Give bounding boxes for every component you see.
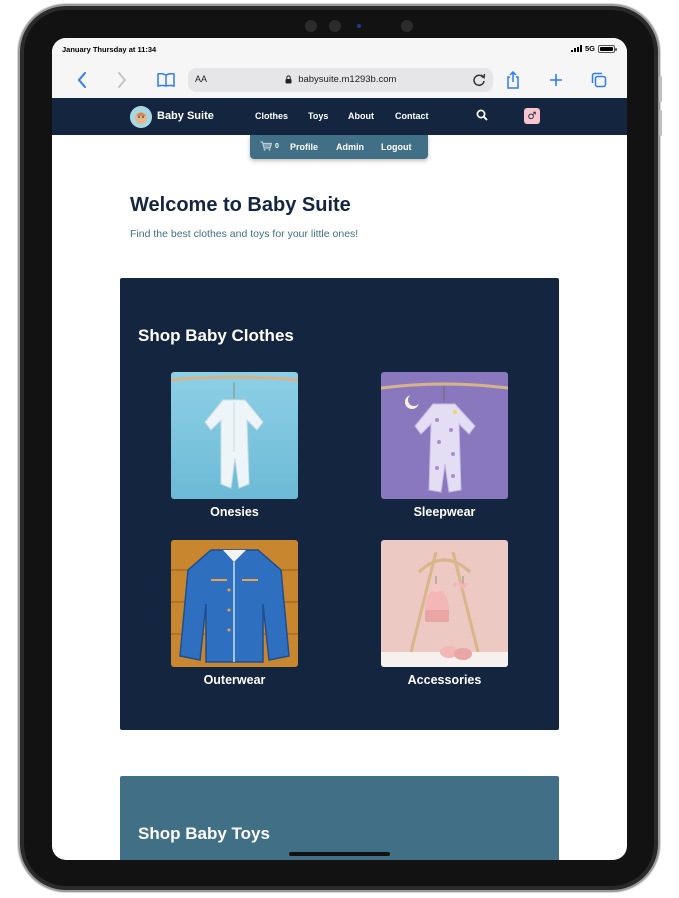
address-bar[interactable]: AA babysuite.m1293b.com [188, 68, 493, 92]
home-indicator[interactable] [289, 852, 390, 856]
bookmarks-icon[interactable] [156, 70, 176, 90]
browser-toolbar: AA babysuite.m1293b.com [52, 60, 627, 98]
logo-icon[interactable] [130, 106, 152, 128]
user-menu: 0 Profile Admin Logout [250, 135, 428, 159]
onesie-image[interactable] [171, 372, 298, 499]
share-icon[interactable] [503, 70, 523, 90]
toys-section: Shop Baby Toys [120, 776, 559, 860]
cart-icon [260, 141, 272, 151]
outerwear-image[interactable] [171, 540, 298, 667]
reload-icon[interactable] [471, 72, 487, 88]
site-navbar: Baby Suite Clothes Toys About Contact ♂ [52, 98, 627, 135]
brand-name[interactable]: Baby Suite [157, 110, 214, 122]
camera-bar [305, 17, 415, 35]
status-time: January Thursday at 11:34 [62, 45, 157, 54]
status-indicators: 5G [570, 44, 617, 53]
category-label-accessories[interactable]: Accessories [381, 673, 508, 687]
nav-link-clothes[interactable]: Clothes [255, 111, 288, 121]
cart-count: 0 [275, 142, 279, 150]
search-icon[interactable] [476, 109, 488, 121]
url-display: babysuite.m1293b.com [188, 74, 493, 85]
battery-icon [598, 44, 617, 53]
forward-icon[interactable] [112, 70, 132, 90]
nav-link-contact[interactable]: Contact [395, 111, 429, 121]
accessories-image[interactable] [381, 540, 508, 667]
clothes-section-title: Shop Baby Clothes [138, 326, 294, 345]
volume-up-button [659, 76, 662, 102]
lock-icon [285, 75, 292, 84]
url-text: babysuite.m1293b.com [298, 74, 397, 85]
gender-toggle-button[interactable]: ♂ [524, 108, 540, 124]
category-label-outerwear[interactable]: Outerwear [171, 673, 298, 687]
sensor-dot [305, 20, 317, 32]
nav-link-toys[interactable]: Toys [308, 111, 328, 121]
new-tab-icon[interactable] [546, 70, 566, 90]
category-label-sleepwear[interactable]: Sleepwear [381, 505, 508, 519]
sensor-dot [401, 20, 413, 32]
status-bar: January Thursday at 11:34 5G [52, 38, 627, 60]
camera-indicator [357, 24, 361, 28]
nav-link-about[interactable]: About [348, 111, 374, 121]
category-label-onesies[interactable]: Onesies [171, 505, 298, 519]
category-card-sleepwear[interactable]: Sleepwear [381, 372, 508, 519]
toys-section-title: Shop Baby Toys [138, 824, 270, 843]
screen: January Thursday at 11:34 5G AA babysuit… [52, 38, 627, 860]
sleepwear-image[interactable] [381, 372, 508, 499]
category-card-outerwear[interactable]: Outerwear [171, 540, 298, 687]
signal-icon [570, 45, 582, 52]
category-card-accessories[interactable]: Accessories [381, 540, 508, 687]
admin-link[interactable]: Admin [336, 142, 364, 152]
page-subtitle: Find the best clothes and toys for your … [130, 228, 359, 240]
logout-link[interactable]: Logout [381, 142, 412, 152]
camera-lens [329, 20, 341, 32]
tabs-icon[interactable] [589, 70, 609, 90]
page-title: Welcome to Baby Suite [130, 194, 351, 216]
cart-button[interactable]: 0 [260, 141, 279, 151]
category-card-onesies[interactable]: Onesies [171, 372, 298, 519]
back-icon[interactable] [72, 70, 92, 90]
network-label: 5G [584, 44, 595, 53]
clothes-section: Shop Baby Clothes Onesies Sleepwear Oute… [120, 278, 559, 730]
profile-link[interactable]: Profile [290, 142, 318, 152]
volume-down-button [659, 110, 662, 136]
